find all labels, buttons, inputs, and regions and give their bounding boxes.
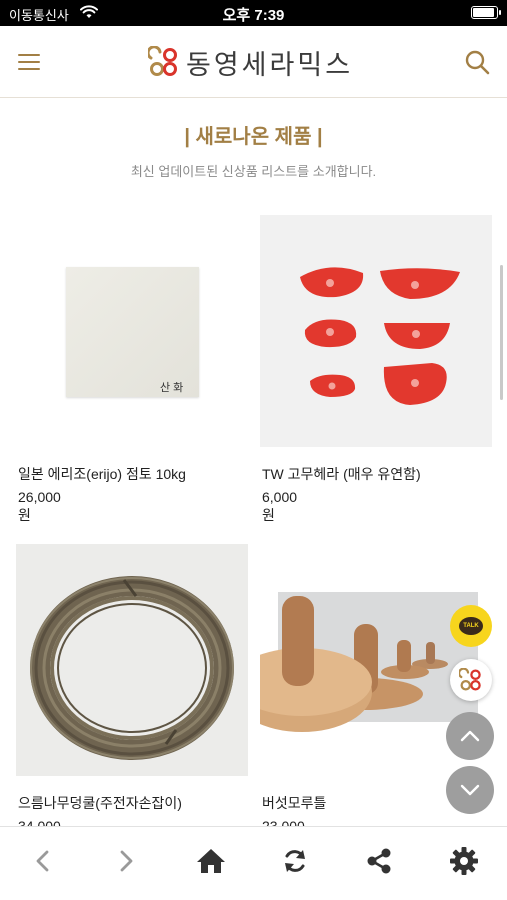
- product-name[interactable]: 일본 에리조(erijo) 점토 10kg: [18, 464, 186, 484]
- home-button[interactable]: [191, 843, 231, 879]
- product-price: 6,000원: [262, 489, 298, 523]
- gear-icon: [450, 847, 478, 875]
- app-header: 동영세라믹스: [0, 26, 507, 98]
- forward-button[interactable]: [106, 843, 146, 879]
- chevron-right-icon: [120, 850, 133, 872]
- kakao-talk-button[interactable]: TALK: [450, 605, 492, 647]
- product-name[interactable]: TW 고무헤라 (매우 유연함): [262, 464, 421, 484]
- back-button[interactable]: [23, 843, 63, 879]
- product-price: 26,000원: [18, 489, 61, 523]
- product-name[interactable]: 으름나무덩쿨(주전자손잡이): [18, 793, 182, 813]
- section-subtitle: 최신 업데이트된 신상품 리스트를 소개합니다.: [130, 164, 377, 179]
- product-image-clay[interactable]: 산 화: [16, 215, 248, 447]
- logo-mark-icon: [459, 668, 481, 691]
- chevron-down-icon: [460, 784, 480, 796]
- product-image-vine-coil[interactable]: [16, 544, 248, 776]
- home-icon: [197, 849, 225, 873]
- chevron-left-icon: [36, 850, 49, 872]
- search-icon[interactable]: [463, 48, 491, 76]
- chevron-up-icon: [460, 730, 480, 742]
- share-icon: [367, 848, 391, 874]
- status-bar: 이동통신사 오후 7:39: [0, 0, 507, 26]
- kakao-talk-icon: TALK: [459, 617, 483, 635]
- battery-icon: [471, 6, 501, 19]
- refresh-icon: [285, 850, 305, 872]
- scrollbar[interactable]: [500, 265, 503, 400]
- home-logo-button[interactable]: [450, 659, 492, 701]
- hamburger-menu-icon[interactable]: [18, 53, 40, 71]
- clay-bag-label: 산 화: [160, 382, 184, 394]
- scroll-to-top-button[interactable]: [446, 712, 494, 760]
- settings-button[interactable]: [444, 843, 484, 879]
- scroll-to-bottom-button[interactable]: [446, 766, 494, 814]
- logo-mark-icon: [146, 45, 180, 78]
- site-logo[interactable]: 동영세라믹스: [146, 44, 354, 81]
- clock: 오후 7:39: [222, 7, 285, 24]
- refresh-button[interactable]: [275, 843, 315, 879]
- logo-text: 동영세라믹스: [186, 49, 354, 81]
- product-name[interactable]: 버섯모루틀: [262, 793, 326, 813]
- product-image-rubber-ribs[interactable]: [260, 215, 492, 447]
- section-title: | 새로나온 제품 |: [184, 126, 323, 148]
- bottom-toolbar: [0, 826, 507, 900]
- share-button[interactable]: [359, 843, 399, 879]
